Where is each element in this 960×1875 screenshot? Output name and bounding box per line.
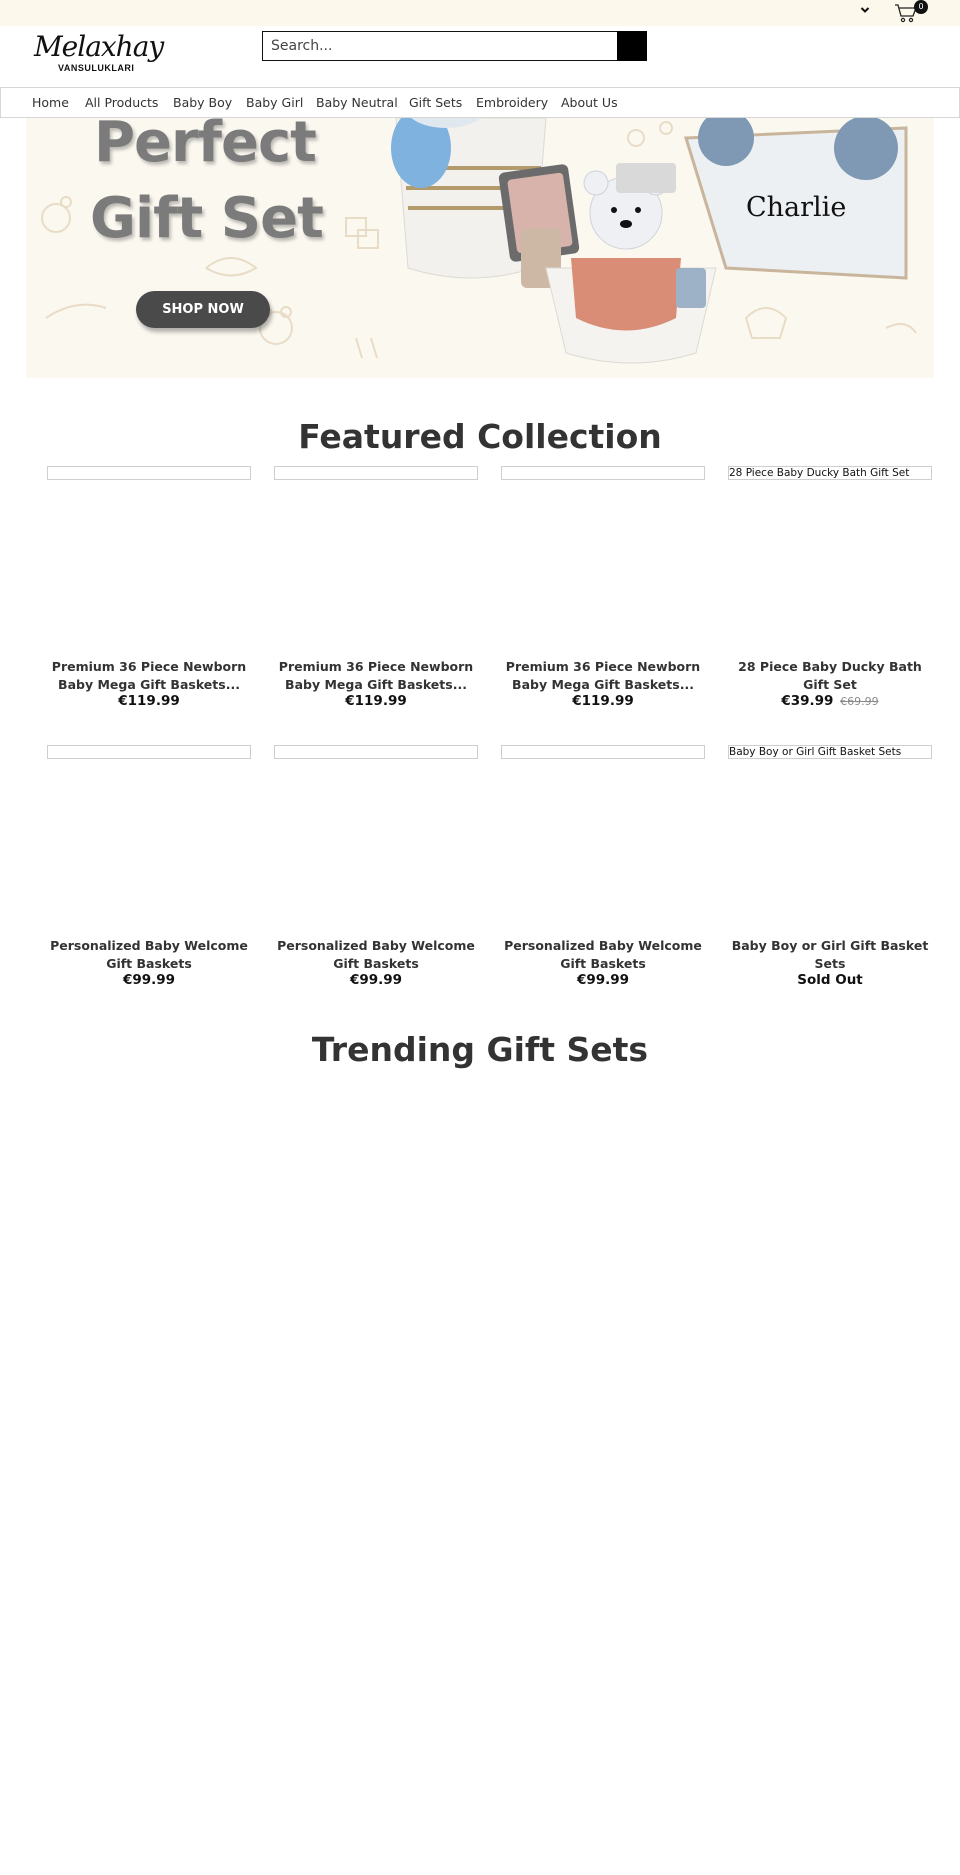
product-image[interactable] bbox=[47, 745, 251, 759]
product-image[interactable] bbox=[274, 466, 478, 480]
hero-banner[interactable]: Perfect Gift Set Charlie SHOP NOW bbox=[26, 118, 934, 378]
cart-count-badge: 0 bbox=[914, 0, 928, 14]
product-title[interactable]: Premium 36 Piece Newborn Baby Mega Gift … bbox=[274, 658, 478, 694]
nav-item-baby-boy[interactable]: Baby Boy bbox=[173, 95, 232, 110]
product-title[interactable]: Premium 36 Piece Newborn Baby Mega Gift … bbox=[501, 658, 705, 694]
logo-name: Melaxhay bbox=[34, 30, 164, 63]
product-title[interactable]: Personalized Baby Welcome Gift Baskets bbox=[274, 937, 478, 973]
product-price: €119.99 bbox=[274, 693, 478, 709]
top-bar: 0 bbox=[0, 0, 960, 26]
product-image[interactable] bbox=[501, 745, 705, 759]
search-input[interactable] bbox=[262, 31, 618, 61]
featured-collection-title: Featured Collection bbox=[298, 417, 662, 456]
sold-out-label: Sold Out bbox=[728, 972, 932, 988]
main-nav: Home All Products Baby Boy Baby Girl Bab… bbox=[0, 87, 960, 118]
product-price: €99.99 bbox=[274, 972, 478, 988]
product-title[interactable]: Personalized Baby Welcome Gift Baskets bbox=[501, 937, 705, 973]
price-current: €99.99 bbox=[122, 972, 176, 988]
product-price: €39.99 €69.99 bbox=[728, 693, 932, 709]
trending-gift-sets-title: Trending Gift Sets bbox=[311, 1030, 649, 1069]
product-price: €99.99 bbox=[501, 972, 705, 988]
price-current: Sold Out bbox=[797, 972, 863, 988]
logo-subtitle: VANSULUKLARI bbox=[58, 63, 135, 73]
price-current: €99.99 bbox=[576, 972, 630, 988]
site-logo[interactable]: Melaxhay VANSULUKLARI bbox=[34, 30, 164, 78]
product-title[interactable]: Premium 36 Piece Newborn Baby Mega Gift … bbox=[47, 658, 251, 694]
price-compare: €69.99 bbox=[840, 695, 879, 708]
product-image[interactable] bbox=[501, 466, 705, 480]
product-image[interactable] bbox=[47, 466, 251, 480]
product-price: €119.99 bbox=[47, 693, 251, 709]
product-image[interactable]: Baby Boy or Girl Gift Basket Sets bbox=[728, 745, 932, 759]
nav-item-embroidery[interactable]: Embroidery bbox=[476, 95, 548, 110]
hero-name-tag: Charlie bbox=[746, 192, 847, 223]
product-price: €119.99 bbox=[501, 693, 705, 709]
nav-item-about-us[interactable]: About Us bbox=[561, 95, 618, 110]
product-price: €99.99 bbox=[47, 972, 251, 988]
product-title[interactable]: 28 Piece Baby Ducky Bath Gift Set bbox=[728, 658, 932, 694]
hero-title-line1: Perfect bbox=[94, 118, 317, 175]
nav-item-baby-girl[interactable]: Baby Girl bbox=[246, 95, 303, 110]
product-title[interactable]: Personalized Baby Welcome Gift Baskets bbox=[47, 937, 251, 973]
product-image[interactable]: 28 Piece Baby Ducky Bath Gift Set bbox=[728, 466, 932, 480]
nav-item-gift-sets[interactable]: Gift Sets bbox=[409, 95, 462, 110]
price-current: €39.99 bbox=[781, 693, 834, 709]
hero-title-line2: Gift Set bbox=[90, 186, 324, 251]
nav-item-all-products[interactable]: All Products bbox=[85, 95, 158, 110]
nav-item-baby-neutral[interactable]: Baby Neutral bbox=[316, 95, 398, 110]
chevron-down-icon[interactable] bbox=[860, 4, 870, 19]
product-image[interactable] bbox=[274, 745, 478, 759]
product-title[interactable]: Baby Boy or Girl Gift Basket Sets bbox=[728, 937, 932, 973]
price-current: €119.99 bbox=[572, 693, 634, 709]
price-current: €119.99 bbox=[118, 693, 180, 709]
price-current: €99.99 bbox=[349, 972, 403, 988]
search-button[interactable] bbox=[617, 31, 647, 61]
shop-now-button[interactable]: SHOP NOW bbox=[136, 291, 270, 328]
price-current: €119.99 bbox=[345, 693, 407, 709]
nav-item-home[interactable]: Home bbox=[32, 95, 69, 110]
